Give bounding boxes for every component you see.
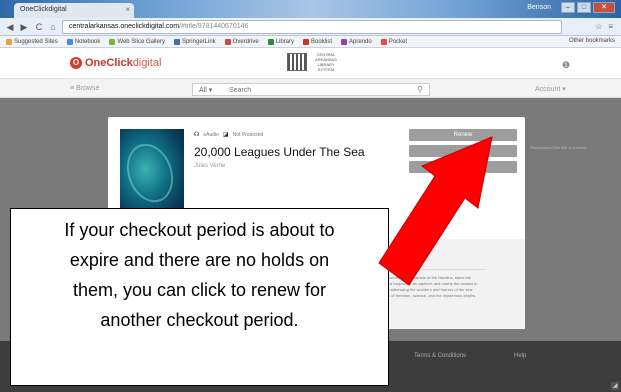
reload-icon[interactable]: C: [33, 21, 45, 33]
bookmark-item[interactable]: SpringerLink: [173, 38, 216, 45]
bookmark-label: Library: [275, 38, 295, 45]
site-nav: ≡ Browse All ▾ ⚲ Account ▾: [0, 78, 621, 98]
terms-link[interactable]: Terms & Conditions: [414, 353, 466, 359]
library-name: CENTRAL ARKANSAS LIBRARY SYSTEM: [315, 52, 337, 72]
bookmark-label: Web Slice Gallery: [117, 38, 165, 45]
search-box: All ▾ ⚲: [192, 83, 430, 96]
format-row: ☊ eAudio ◪ Not Protected: [194, 131, 264, 139]
bookmark-favicon-icon: [173, 38, 180, 45]
bookmark-favicon-icon: [380, 38, 387, 45]
browser-titlebar: OneClickdigital × Benson – □ ✕: [0, 0, 621, 18]
action-button[interactable]: [409, 145, 517, 157]
bookmark-favicon-icon: [109, 38, 116, 45]
bookmark-label: Pocket: [388, 38, 408, 45]
bookmark-item[interactable]: Notebook: [66, 38, 101, 45]
address-bar[interactable]: centralarkansas.oneclickdigital.com/#tit…: [62, 20, 562, 34]
maximize-icon[interactable]: □: [577, 2, 591, 13]
window-close-icon[interactable]: ✕: [593, 2, 615, 13]
tab-title: OneClickdigital: [20, 6, 67, 13]
renew-button[interactable]: Renew: [409, 129, 517, 141]
bookmark-label: Overdrive: [232, 38, 259, 45]
headphones-icon: ☊: [194, 132, 200, 138]
bookmark-label: Aprendo: [349, 38, 372, 45]
more-options-button[interactable]: ▾: [409, 161, 517, 173]
unlock-icon: ◪: [222, 132, 229, 138]
annotation-callout: If your checkout period is about to expi…: [10, 208, 389, 386]
site-header: O OneClickdigital CENTRAL ARKANSAS LIBRA…: [0, 48, 621, 78]
url-path: /#title/9781440670146: [179, 23, 249, 30]
book-title: 20,000 Leagues Under The Sea: [194, 145, 365, 159]
other-bookmarks[interactable]: Other bookmarks: [569, 38, 615, 44]
browser-tab[interactable]: OneClickdigital ×: [14, 3, 134, 18]
oneclickdigital-logo[interactable]: O OneClickdigital: [70, 57, 161, 69]
bookmark-item[interactable]: Booklist: [303, 38, 332, 45]
minimize-icon[interactable]: –: [561, 2, 575, 13]
bookmark-label: Suggested Sites: [14, 38, 58, 45]
logo-text: OneClickdigital: [85, 57, 161, 69]
book-cover: [119, 129, 184, 219]
library-building-icon: [287, 53, 307, 71]
bookmark-label: Notebook: [74, 38, 101, 45]
bookmark-favicon-icon: [6, 38, 12, 45]
scroll-corner[interactable]: ◢: [611, 382, 619, 390]
format-label: eAudio: [203, 131, 219, 138]
annotation-text: If your checkout period is about to expi…: [64, 220, 335, 330]
home-icon[interactable]: ⌂: [47, 21, 59, 33]
bookmarks-bar: Suggested Sites Notebook Web Slice Gallery…: [0, 36, 621, 48]
bookmark-label: SpringerLink: [181, 38, 216, 45]
search-icon[interactable]: ⚲: [417, 85, 423, 94]
bookmark-favicon-icon: [224, 38, 231, 45]
bookmark-favicon-icon: [66, 38, 73, 45]
bookmark-item[interactable]: Suggested Sites: [6, 38, 58, 45]
bookmark-favicon-icon: [341, 38, 348, 45]
menu-icon[interactable]: ≡: [608, 22, 613, 31]
close-icon[interactable]: ×: [125, 5, 130, 14]
star-icon[interactable]: ☆: [595, 22, 602, 31]
bookmark-favicon-icon: [303, 38, 310, 45]
book-author[interactable]: Jules Verne: [194, 163, 225, 169]
back-icon[interactable]: ◀: [4, 21, 16, 33]
search-scope-select[interactable]: All ▾: [199, 86, 212, 94]
bookmark-item[interactable]: Pocket: [380, 38, 408, 45]
profile-label[interactable]: Benson: [527, 4, 551, 11]
library-logo[interactable]: CENTRAL ARKANSAS LIBRARY SYSTEM: [287, 52, 341, 72]
forward-icon[interactable]: ▶: [18, 21, 30, 33]
drm-label: Not Protected: [232, 131, 264, 138]
window-controls: – □ ✕: [561, 2, 615, 13]
browser-toolbar: ◀ ▶ C ⌂ centralarkansas.oneclickdigital.…: [0, 18, 621, 36]
recommend-link[interactable]: Recommend this title to a friend: [530, 145, 586, 150]
bookmark-item[interactable]: Library: [267, 38, 295, 45]
bookmark-label: Booklist: [311, 38, 333, 45]
account-menu[interactable]: Account ▾: [535, 85, 566, 93]
logo-mark-icon: O: [70, 57, 82, 69]
url-host: centralarkansas.oneclickdigital.com: [69, 23, 180, 30]
logo-text-bold: OneClick: [85, 57, 133, 69]
toolbar-icons: ☆ ≡: [595, 22, 613, 31]
search-input[interactable]: [229, 85, 409, 95]
cover-art: [119, 137, 181, 209]
bookmark-item[interactable]: Web Slice Gallery: [109, 38, 165, 45]
bookmark-item[interactable]: Overdrive: [224, 38, 259, 45]
help-icon[interactable]: ❶: [562, 60, 570, 71]
bookmark-item[interactable]: Aprendo: [341, 38, 372, 45]
bookmark-favicon-icon: [267, 38, 274, 45]
browse-menu[interactable]: ≡ Browse: [70, 85, 99, 92]
help-link[interactable]: Help: [514, 353, 526, 359]
logo-text-light: digital: [132, 57, 162, 69]
